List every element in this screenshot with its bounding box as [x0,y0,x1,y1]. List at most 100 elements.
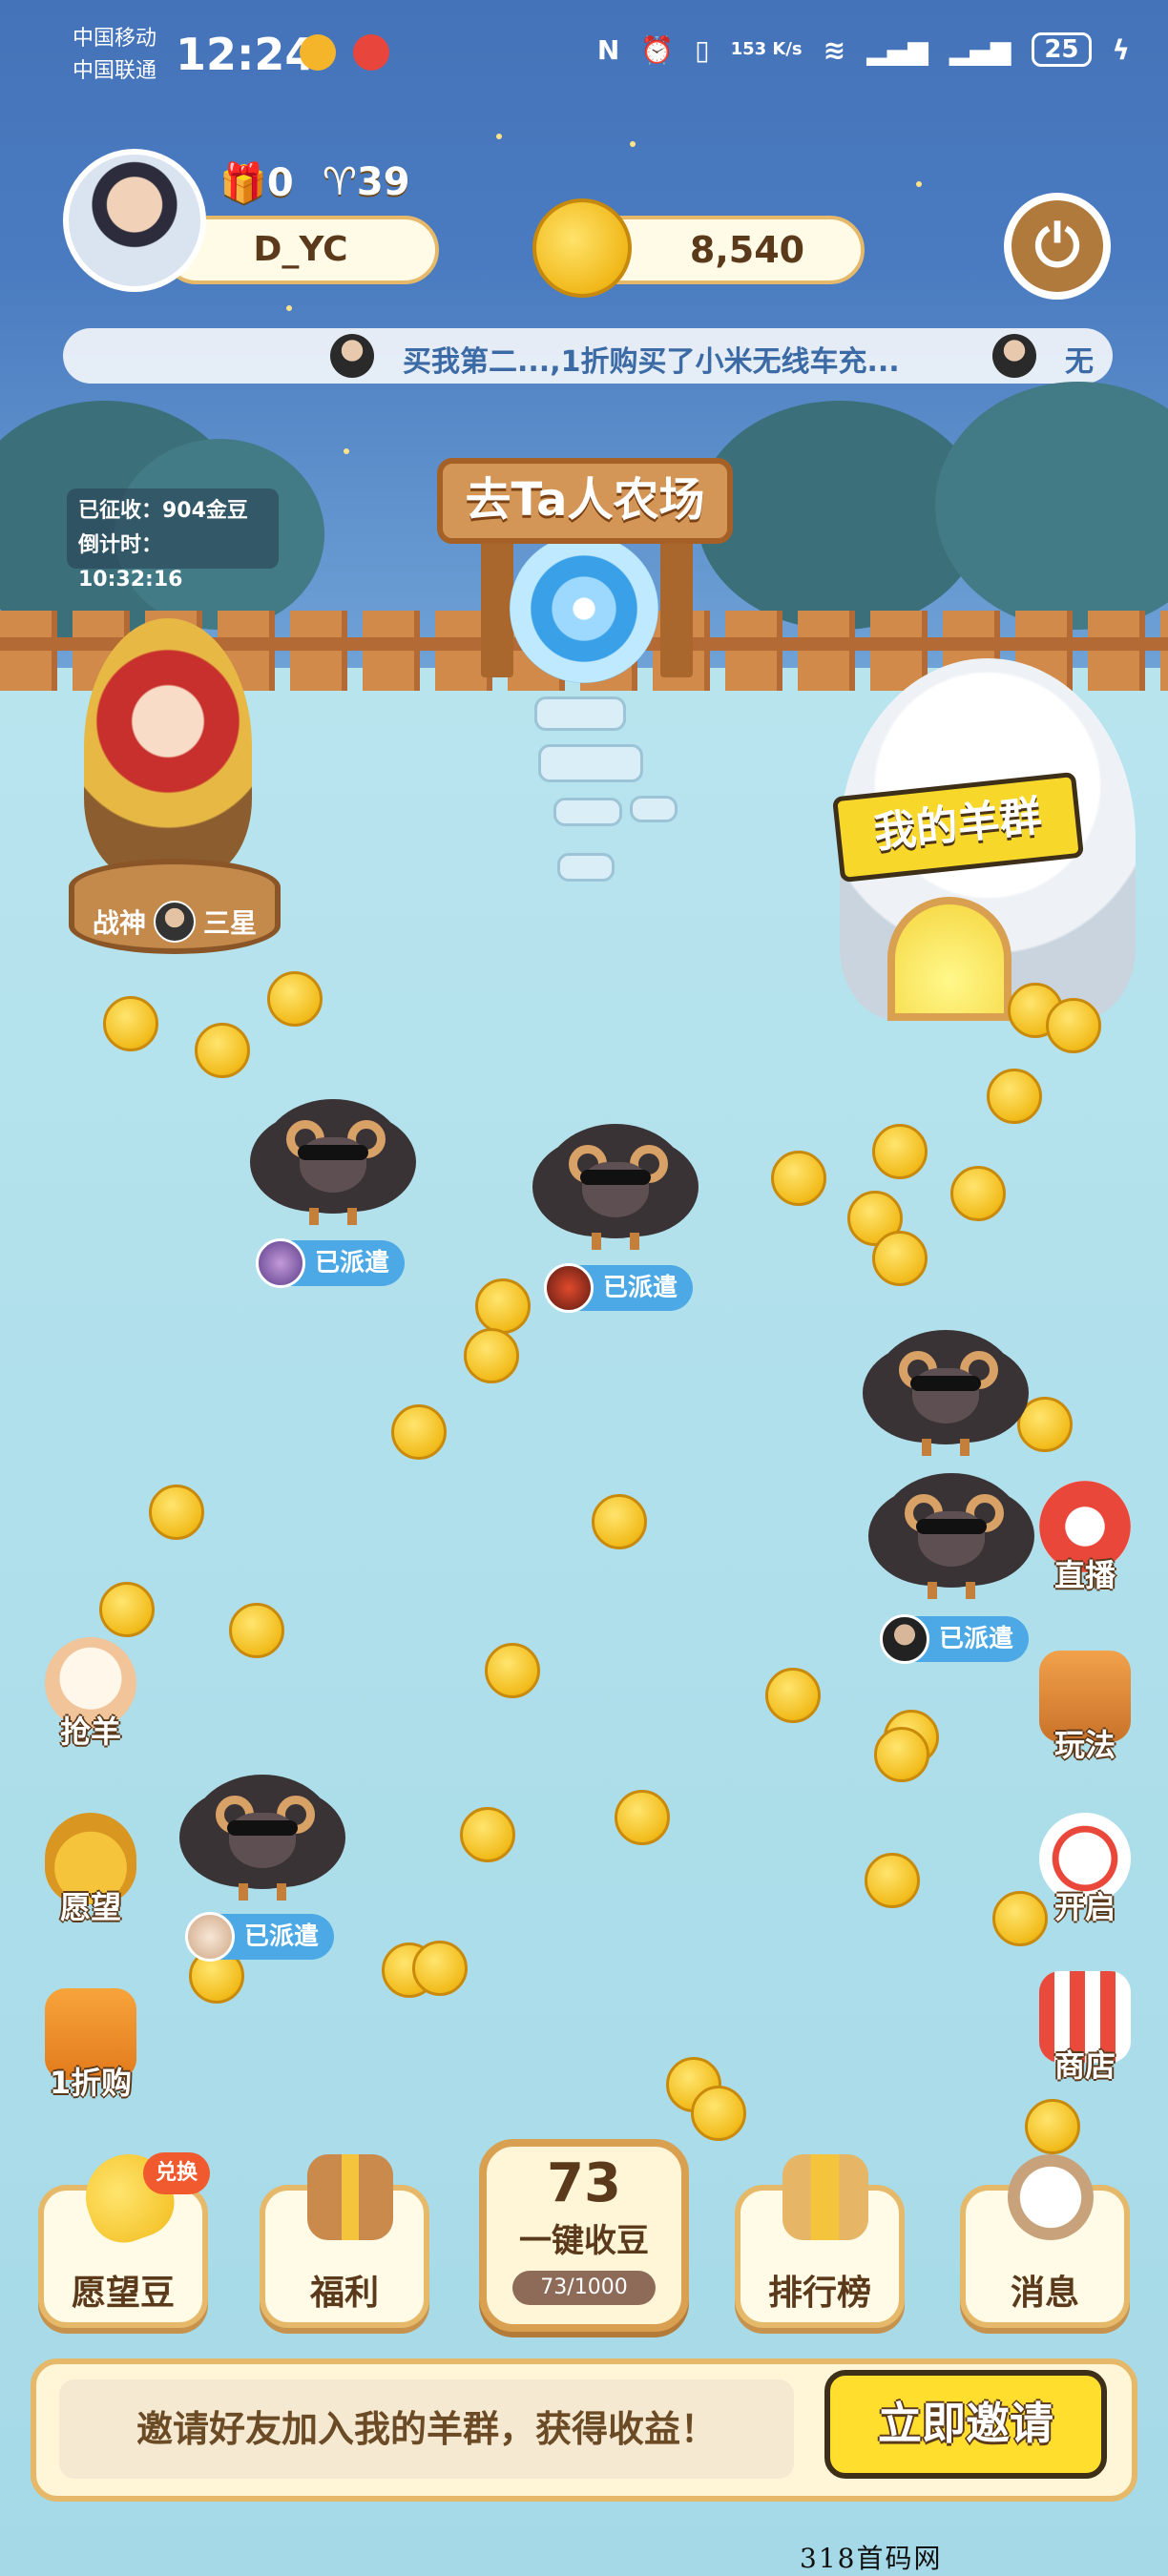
shop-button[interactable]: 商店 [1032,1971,1137,2086]
live-button[interactable]: 直播 [1032,1481,1137,1595]
sheep-stat: ♈39 [323,160,410,204]
sheep-count: 39 [356,160,410,204]
grab-sheep-button[interactable]: 抢羊 [38,1637,143,1752]
coin-pickup[interactable] [229,1603,284,1658]
coin-pickup[interactable] [475,1278,531,1334]
coin-pickup[interactable] [987,1069,1042,1124]
wish-label: 愿望 [59,1889,121,1925]
power-icon: ⏻ [1034,213,1080,280]
dispatch-badge: 已派遣 [544,1263,694,1313]
gift-stat: 🎁0 [219,160,294,205]
coin-pickup[interactable] [485,1643,540,1698]
messages-label: 消息 [1010,2274,1079,2313]
alarm-icon: ⏰ [640,33,675,66]
dispatcher-avatar [880,1614,929,1664]
news-ticker[interactable]: 买我第二...,1折购买了小米无线车充... 无 [63,328,1113,384]
welfare-button[interactable]: 福利 [260,2154,429,2328]
sheep-leg [922,1439,931,1456]
portal-icon[interactable] [510,534,658,683]
coin-pickup[interactable] [874,1727,929,1782]
invite-now-button[interactable]: 立即邀请 [824,2370,1107,2479]
coin-pickup[interactable] [1046,998,1101,1053]
shop-label: 商店 [1053,2047,1116,2084]
visit-others-farm-button[interactable]: 去Ta人农场 [437,458,733,544]
music-toggle-button[interactable]: 开启 [1032,1813,1137,1927]
signal-icon: ▂▄▆ [866,33,928,66]
coin-pickup[interactable] [391,1404,447,1460]
sheep-mask [916,1519,987,1534]
ticker-message-next: 无 [1065,345,1094,379]
dispatched-sheep[interactable] [252,1090,414,1225]
coin-pickup[interactable] [103,996,158,1051]
sheep-leg [592,1233,601,1250]
coin-pickup[interactable] [195,1023,250,1078]
gift-count: 0 [266,161,294,205]
dispatcher-avatar [185,1912,235,1962]
dispatch-status: 已派遣 [244,1922,320,1951]
dispatch-badge: 已派遣 [256,1238,406,1288]
coin-pickup[interactable] [872,1124,928,1179]
discount-buy-button[interactable]: 1折购 [38,1988,143,2103]
sheep-leg [309,1208,319,1225]
coin-pickup[interactable] [464,1328,519,1383]
wish-button[interactable]: 愿望 [38,1813,143,1927]
coin-pickup[interactable] [872,1231,928,1286]
path-stone [534,696,626,731]
coin-pickup[interactable] [865,1853,920,1908]
coin-pickup[interactable] [267,971,323,1027]
guardian-title: 战神 [92,907,146,939]
gate-post [481,534,513,677]
coin-pickup[interactable] [950,1166,1006,1221]
star-icon [916,181,922,187]
sheep-leg [630,1233,639,1250]
carrier-primary: 中国移动 [73,27,157,51]
guardian-character[interactable] [84,618,252,876]
ticker-avatar [330,334,374,378]
messages-button[interactable]: 消息 [960,2154,1130,2328]
guardian-label: 战神 三星 [74,901,275,943]
tax-countdown: 倒计时： 10:32:16 [78,533,183,592]
tax-info: 已征收：904金豆 倒计时： 10:32:16 [67,488,279,592]
harvest-count: 73 [547,2152,621,2214]
ticker-message: 买我第二...,1折购买了小米无线车充... [403,345,900,379]
video-app-icon [300,34,336,71]
wish-beans-button[interactable]: 愿望豆 [38,2142,208,2328]
harvest-capacity: 73/1000 [512,2271,656,2305]
invite-message: 邀请好友加入我的羊群，获得收益！ [59,2379,794,2479]
nfc-icon: N [596,33,620,66]
music-toggle-label: 开启 [1053,1889,1116,1925]
coin-pickup[interactable] [771,1151,826,1206]
coin-pickup[interactable] [412,1941,468,1996]
system-indicators: N ⏰ ▯ 153 K/s ≋ ▂▄▆ ▂▄▆ 25 ϟ [597,32,1130,67]
star-icon [344,448,349,454]
sheep-leg [960,1439,970,1456]
star-icon [630,141,636,147]
coin-pickup[interactable] [460,1807,515,1862]
exchange-badge: 兑换 [143,2152,210,2194]
guardian-rank: 三星 [203,907,258,939]
dispatched-sheep[interactable] [865,1320,1027,1456]
coin-pickup[interactable] [592,1494,647,1549]
sheep-leg [966,1582,975,1599]
star-icon [286,305,292,311]
coin-pickup[interactable] [99,1582,155,1637]
chat-bubble-icon [1008,2154,1094,2240]
coin-pickup[interactable] [615,1790,670,1845]
how-to-play-button[interactable]: 玩法 [1032,1651,1137,1765]
guardian-owner-avatar [154,901,196,943]
power-button[interactable]: ⏻ [1004,193,1111,300]
coin-pickup[interactable] [1025,2099,1080,2154]
sheep-mask [227,1820,298,1836]
coin-pickup[interactable] [149,1485,204,1540]
ram-horn-icon: ♈ [323,160,357,204]
clock: 12:24 [176,29,316,80]
weibo-icon [353,34,389,71]
user-avatar[interactable] [63,149,206,292]
dispatched-sheep[interactable] [870,1464,1032,1599]
leaderboard-button[interactable]: 排行榜 [735,2154,905,2328]
dispatched-sheep[interactable] [534,1114,697,1250]
coin-pickup[interactable] [691,2086,746,2141]
dispatched-sheep[interactable] [181,1765,344,1901]
collect-all-beans-button[interactable]: 73 一键收豆 73/1000 [479,2139,689,2332]
coin-pickup[interactable] [765,1668,821,1723]
